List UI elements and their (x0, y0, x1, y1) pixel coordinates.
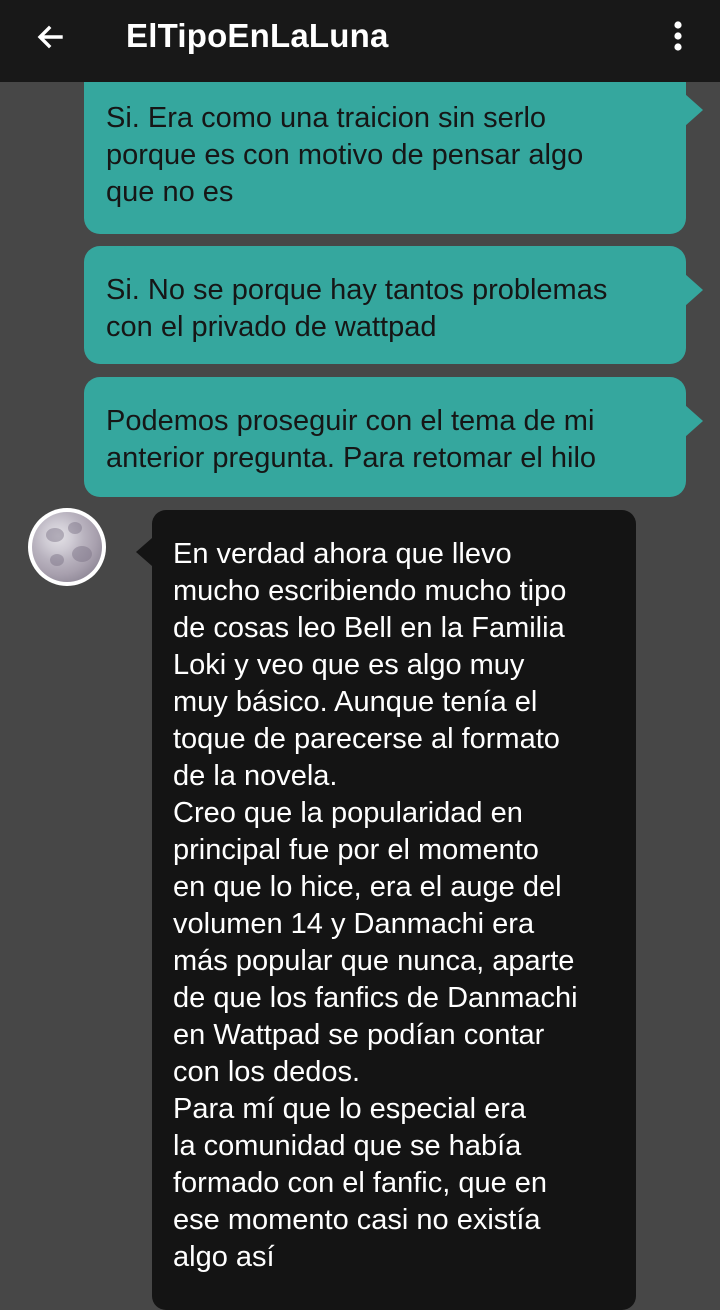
bubble-tail (685, 94, 703, 126)
moon-crater (46, 528, 64, 542)
moon-crater (68, 522, 82, 534)
bubble-tail (136, 538, 152, 566)
moon-crater (72, 546, 92, 562)
moon-crater (50, 554, 64, 566)
moon-image (32, 512, 102, 582)
chat-title[interactable]: ElTipoEnLaLuna (126, 14, 389, 58)
bubble-tail (685, 405, 703, 437)
outgoing-message-bubble[interactable]: Si. No se porque hay tantos problemas co… (84, 246, 703, 364)
message-text: Podemos proseguir con el tema de mi ante… (106, 405, 597, 474)
more-options-button[interactable] (660, 16, 696, 56)
message-text: Si. Era como una traicion sin serlo porq… (106, 102, 584, 208)
incoming-message-bubble[interactable]: En verdad ahora que llevo mucho escribie… (136, 510, 636, 1310)
more-vertical-icon (674, 21, 682, 51)
message-text: En verdad ahora que llevo mucho escribie… (173, 538, 578, 1273)
back-button[interactable] (30, 19, 70, 55)
outgoing-message-bubble[interactable]: Si. Era como una traicion sin serlo porq… (84, 66, 703, 234)
outgoing-message-bubble[interactable]: Podemos proseguir con el tema de mi ante… (84, 377, 703, 497)
moon-avatar[interactable] (28, 508, 106, 586)
message-text: Si. No se porque hay tantos problemas co… (106, 274, 608, 343)
arrow-left-icon (37, 25, 63, 49)
app-bar: ElTipoEnLaLuna (0, 0, 720, 82)
bubble-tail (685, 274, 703, 306)
